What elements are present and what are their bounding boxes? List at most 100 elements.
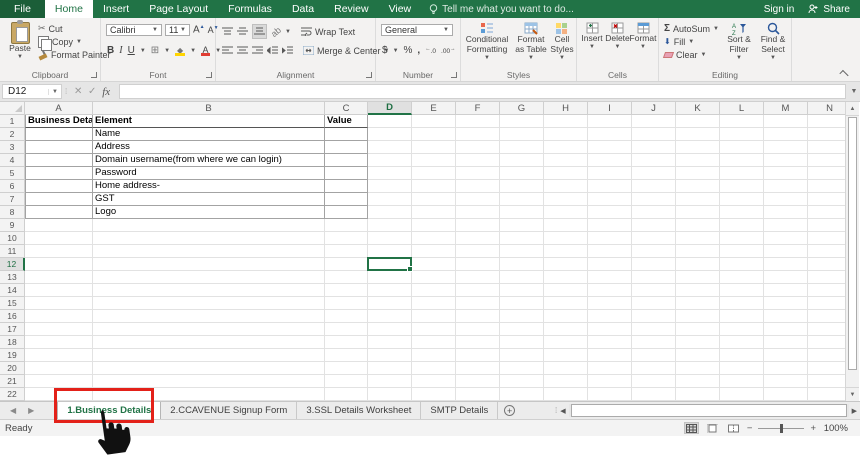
bold-button[interactable]: B [107, 45, 114, 56]
find-select-button[interactable]: Find & Select ▼ [757, 22, 789, 61]
cell-J7[interactable] [632, 193, 676, 206]
cell-K21[interactable] [676, 375, 720, 388]
vertical-scroll-thumb[interactable] [848, 117, 857, 370]
row-header-22[interactable]: 22 [0, 388, 25, 401]
cell-I2[interactable] [588, 128, 632, 141]
column-header-A[interactable]: A [25, 102, 93, 115]
cell-B21[interactable] [93, 375, 325, 388]
cell-I1[interactable] [588, 115, 632, 128]
cell-C6[interactable] [325, 180, 368, 193]
cell-K3[interactable] [676, 141, 720, 154]
cell-M1[interactable] [764, 115, 808, 128]
cell-H3[interactable] [544, 141, 588, 154]
cell-H2[interactable] [544, 128, 588, 141]
cell-J9[interactable] [632, 219, 676, 232]
expand-formula-bar-icon[interactable]: ▼ [848, 88, 860, 95]
cell-F12[interactable] [456, 258, 500, 271]
cell-E2[interactable] [412, 128, 456, 141]
cell-K13[interactable] [676, 271, 720, 284]
cell-M17[interactable] [764, 323, 808, 336]
clipboard-dialog-launcher[interactable] [91, 72, 97, 78]
cell-E11[interactable] [412, 245, 456, 258]
cell-C10[interactable] [325, 232, 368, 245]
cell-H21[interactable] [544, 375, 588, 388]
tab-view[interactable]: View [379, 0, 422, 18]
sort-filter-button[interactable]: AZ Sort & Filter ▼ [721, 22, 757, 61]
wrap-text-button[interactable]: Wrap Text [301, 26, 355, 37]
formula-input[interactable] [119, 84, 846, 99]
cell-F15[interactable] [456, 297, 500, 310]
cell-J22[interactable] [632, 388, 676, 401]
horizontal-scrollbar[interactable] [569, 404, 849, 417]
cell-A16[interactable] [25, 310, 93, 323]
font-dialog-launcher[interactable] [206, 72, 212, 78]
cell-L17[interactable] [720, 323, 764, 336]
cell-H9[interactable] [544, 219, 588, 232]
cell-M16[interactable] [764, 310, 808, 323]
cell-G1[interactable] [500, 115, 544, 128]
cell-E7[interactable] [412, 193, 456, 206]
align-middle-icon[interactable] [237, 27, 248, 36]
cell-G10[interactable] [500, 232, 544, 245]
row-header-11[interactable]: 11 [0, 245, 25, 258]
cell-J21[interactable] [632, 375, 676, 388]
decrease-indent-icon[interactable] [267, 46, 278, 55]
cell-A4[interactable] [25, 154, 93, 167]
cell-L4[interactable] [720, 154, 764, 167]
row-header-9[interactable]: 9 [0, 219, 25, 232]
tab-formulas[interactable]: Formulas [218, 0, 282, 18]
cell-styles-button[interactable]: Cell Styles ▼ [549, 22, 575, 61]
cell-I18[interactable] [588, 336, 632, 349]
cell-B12[interactable] [93, 258, 325, 271]
cell-B15[interactable] [93, 297, 325, 310]
cell-H17[interactable] [544, 323, 588, 336]
cell-L16[interactable] [720, 310, 764, 323]
cell-G3[interactable] [500, 141, 544, 154]
share-button[interactable]: Share [808, 4, 850, 15]
cell-C3[interactable] [325, 141, 368, 154]
borders-button[interactable]: ⊞ [151, 45, 159, 56]
cell-D9[interactable] [368, 219, 412, 232]
cell-D4[interactable] [368, 154, 412, 167]
cell-B20[interactable] [93, 362, 325, 375]
cell-L12[interactable] [720, 258, 764, 271]
cell-J2[interactable] [632, 128, 676, 141]
cell-H20[interactable] [544, 362, 588, 375]
copy-button[interactable]: Copy▼ [38, 36, 111, 47]
new-sheet-button[interactable]: + [498, 402, 521, 419]
cell-D10[interactable] [368, 232, 412, 245]
cell-D17[interactable] [368, 323, 412, 336]
cell-F1[interactable] [456, 115, 500, 128]
cell-D14[interactable] [368, 284, 412, 297]
cell-I11[interactable] [588, 245, 632, 258]
zoom-slider[interactable] [758, 428, 804, 429]
row-header-7[interactable]: 7 [0, 193, 25, 206]
font-size-combo[interactable]: 11▼ [165, 24, 190, 36]
cell-I17[interactable] [588, 323, 632, 336]
cell-J18[interactable] [632, 336, 676, 349]
cell-M7[interactable] [764, 193, 808, 206]
tell-me-box[interactable]: Tell me what you want to do... [429, 0, 574, 18]
cell-L8[interactable] [720, 206, 764, 219]
row-header-8[interactable]: 8 [0, 206, 25, 219]
cell-M18[interactable] [764, 336, 808, 349]
cell-L13[interactable] [720, 271, 764, 284]
align-right-icon[interactable] [252, 46, 263, 55]
cell-G22[interactable] [500, 388, 544, 401]
cell-H6[interactable] [544, 180, 588, 193]
cell-A3[interactable] [25, 141, 93, 154]
cell-I5[interactable] [588, 167, 632, 180]
cell-G7[interactable] [500, 193, 544, 206]
cell-H1[interactable] [544, 115, 588, 128]
cell-F20[interactable] [456, 362, 500, 375]
cell-C21[interactable] [325, 375, 368, 388]
cell-J15[interactable] [632, 297, 676, 310]
cell-H12[interactable] [544, 258, 588, 271]
cell-G20[interactable] [500, 362, 544, 375]
cell-A19[interactable] [25, 349, 93, 362]
cell-C16[interactable] [325, 310, 368, 323]
cell-F18[interactable] [456, 336, 500, 349]
cell-D13[interactable] [368, 271, 412, 284]
cell-E12[interactable] [412, 258, 456, 271]
row-header-5[interactable]: 5 [0, 167, 25, 180]
